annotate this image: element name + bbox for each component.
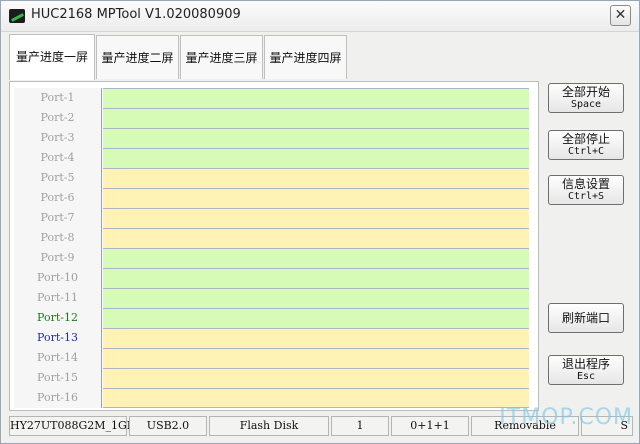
info-settings-button[interactable]: 信息设置 Ctrl+S [548,175,624,205]
port-row: Port-2 [14,108,534,128]
port-label: Port-4 [14,148,102,168]
port-row: Port-4 [14,148,534,168]
progress-panel: Port-1 Port-2 Port-3 Port-4 Port-5 Port-6 Port… [9,81,539,411]
port-label: Port-6 [14,188,102,208]
info-settings-shortcut: Ctrl+S [567,191,605,202]
watermark: ITMOP.COM [499,405,633,430]
window-title: HUC2168 MPTool V1.020080909 [31,7,241,22]
port-progress-bar [103,328,529,348]
status-usb: USB2.0 [129,416,207,436]
port-label: Port-1 [14,88,102,108]
port-label: Port-13 [14,328,102,348]
port-label: Port-10 [14,268,102,288]
port-label: Port-11 [14,288,102,308]
exit-label: 退出程序 [561,357,610,371]
port-label: Port-3 [14,128,102,148]
port-label: Port-15 [14,368,102,388]
port-progress-bar [103,308,529,328]
start-all-shortcut: Space [570,99,602,110]
port-label: Port-8 [14,228,102,248]
port-progress-bar [103,88,529,108]
stop-all-label: 全部停止 [561,132,610,146]
tab-progress-4[interactable]: 量产进度四屏 [264,35,347,79]
port-progress-bar [103,348,529,368]
title-bar: HUC2168 MPTool V1.020080909 ✕ [1,1,639,32]
start-all-label: 全部开始 [561,85,610,99]
port-row: Port-9 [14,248,534,268]
stop-all-button[interactable]: 全部停止 Ctrl+C [548,130,624,160]
port-row: Port-8 [14,228,534,248]
port-progress-bar [103,168,529,188]
status-ratio: 0+1+1 [391,416,469,436]
exit-shortcut: Esc [576,371,596,382]
refresh-ports-label: 刷新端口 [561,311,610,325]
status-device-type: Flash Disk [209,416,329,436]
info-settings-label: 信息设置 [561,177,610,191]
port-label: Port-5 [14,168,102,188]
port-label: Port-12 [14,308,102,328]
port-row: Port-3 [14,128,534,148]
stop-all-shortcut: Ctrl+C [567,146,605,157]
port-progress-bar [103,288,529,308]
port-progress-bar [103,268,529,288]
port-row: Port-10 [14,268,534,288]
port-progress-bar [103,228,529,248]
port-progress-bar [103,148,529,168]
port-label: Port-2 [14,108,102,128]
main-window: HUC2168 MPTool V1.020080909 ✕ 量产进度一屏 量产进… [0,0,640,444]
port-row: Port-7 [14,208,534,228]
port-progress-bar [103,108,529,128]
port-row: Port-1 [14,88,534,108]
status-flash-model: HY27UT088G2M_1GB [9,416,135,436]
port-row: Port-13 [14,328,534,348]
port-label: Port-16 [14,388,102,408]
exit-button[interactable]: 退出程序 Esc [548,355,624,385]
port-row: Port-15 [14,368,534,388]
port-row: Port-14 [14,348,534,368]
start-all-button[interactable]: 全部开始 Space [548,83,624,113]
port-label: Port-7 [14,208,102,228]
close-button[interactable]: ✕ [610,5,631,26]
port-row: Port-12 [14,308,534,328]
port-progress-bar [103,368,529,388]
tab-progress-3[interactable]: 量产进度三屏 [180,35,263,79]
port-row: Port-6 [14,188,534,208]
app-icon [9,9,25,23]
port-progress-bar [103,388,529,408]
port-progress-bar [103,128,529,148]
tab-progress-2[interactable]: 量产进度二屏 [96,35,179,79]
port-row: Port-5 [14,168,534,188]
refresh-ports-button[interactable]: 刷新端口 [548,303,624,333]
status-count: 1 [331,416,389,436]
port-progress-bar [103,208,529,228]
port-progress-grid: Port-1 Port-2 Port-3 Port-4 Port-5 Port-6 Port… [14,88,534,408]
port-label: Port-14 [14,348,102,368]
tab-progress-1[interactable]: 量产进度一屏 [9,34,95,80]
port-progress-bar [103,188,529,208]
port-label: Port-9 [14,248,102,268]
port-progress-bar [103,248,529,268]
port-row: Port-11 [14,288,534,308]
port-row: Port-16 [14,388,534,408]
